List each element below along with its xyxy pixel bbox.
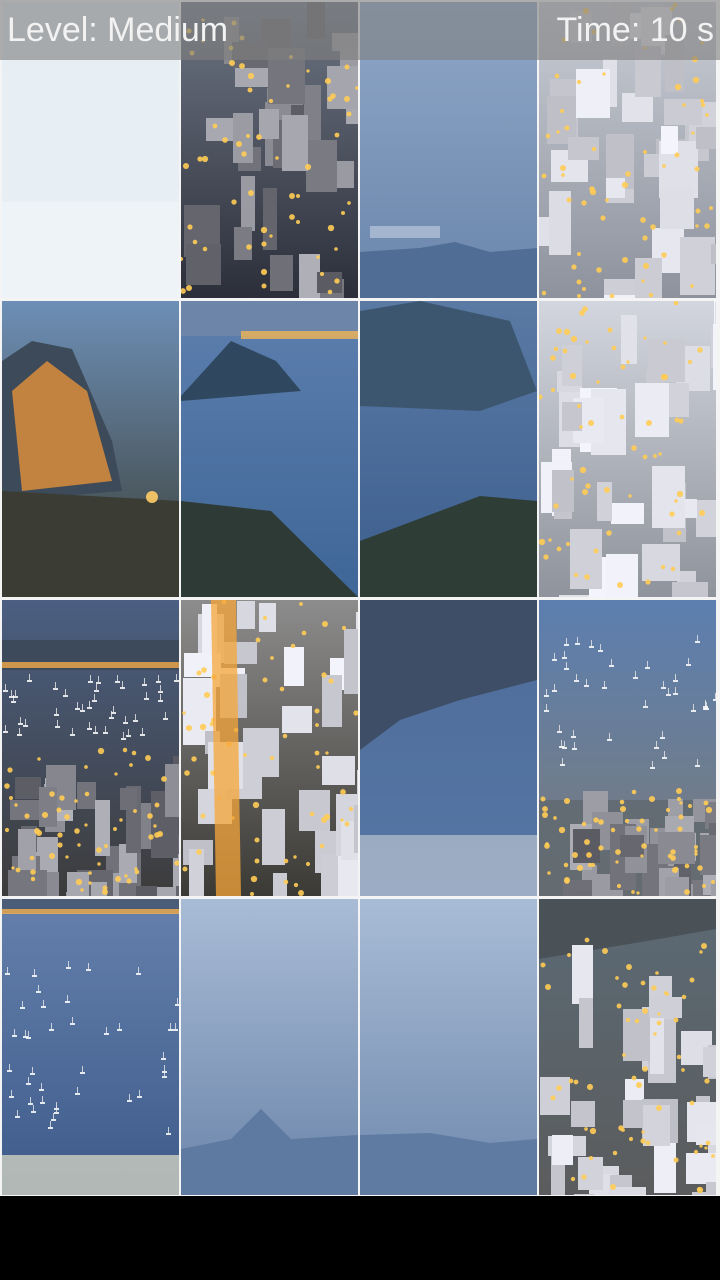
puzzle-tile[interactable] bbox=[360, 301, 537, 597]
puzzle-tile[interactable] bbox=[539, 899, 716, 1195]
bottom-bar bbox=[0, 1196, 720, 1280]
tile-image bbox=[360, 899, 537, 1195]
tile-image bbox=[539, 600, 716, 896]
puzzle-tile[interactable] bbox=[2, 301, 179, 597]
tile-image bbox=[181, 600, 358, 896]
tile-image bbox=[2, 600, 179, 896]
tile-image bbox=[181, 899, 358, 1195]
puzzle-tile[interactable] bbox=[360, 899, 537, 1195]
puzzle-tile[interactable] bbox=[2, 899, 179, 1195]
game-screen: Level: Medium Time: 10 s bbox=[0, 0, 720, 1280]
tile-image bbox=[360, 301, 537, 597]
timer-label: Time: 10 s bbox=[556, 11, 714, 49]
puzzle-tile[interactable] bbox=[539, 600, 716, 896]
tile-image bbox=[360, 600, 537, 896]
tile-image bbox=[539, 899, 716, 1195]
tile-image bbox=[181, 301, 358, 597]
hud-bar: Level: Medium Time: 10 s bbox=[0, 0, 720, 60]
puzzle-board bbox=[0, 0, 720, 1196]
level-label: Level: Medium bbox=[7, 11, 229, 49]
puzzle-tile[interactable] bbox=[181, 301, 358, 597]
puzzle-tile[interactable] bbox=[539, 301, 716, 597]
puzzle-tile[interactable] bbox=[360, 600, 537, 896]
tile-image bbox=[2, 899, 179, 1195]
puzzle-tile[interactable] bbox=[2, 600, 179, 896]
tile-image bbox=[539, 301, 716, 597]
puzzle-tile[interactable] bbox=[181, 600, 358, 896]
puzzle-tile[interactable] bbox=[181, 899, 358, 1195]
tile-image bbox=[2, 301, 179, 597]
